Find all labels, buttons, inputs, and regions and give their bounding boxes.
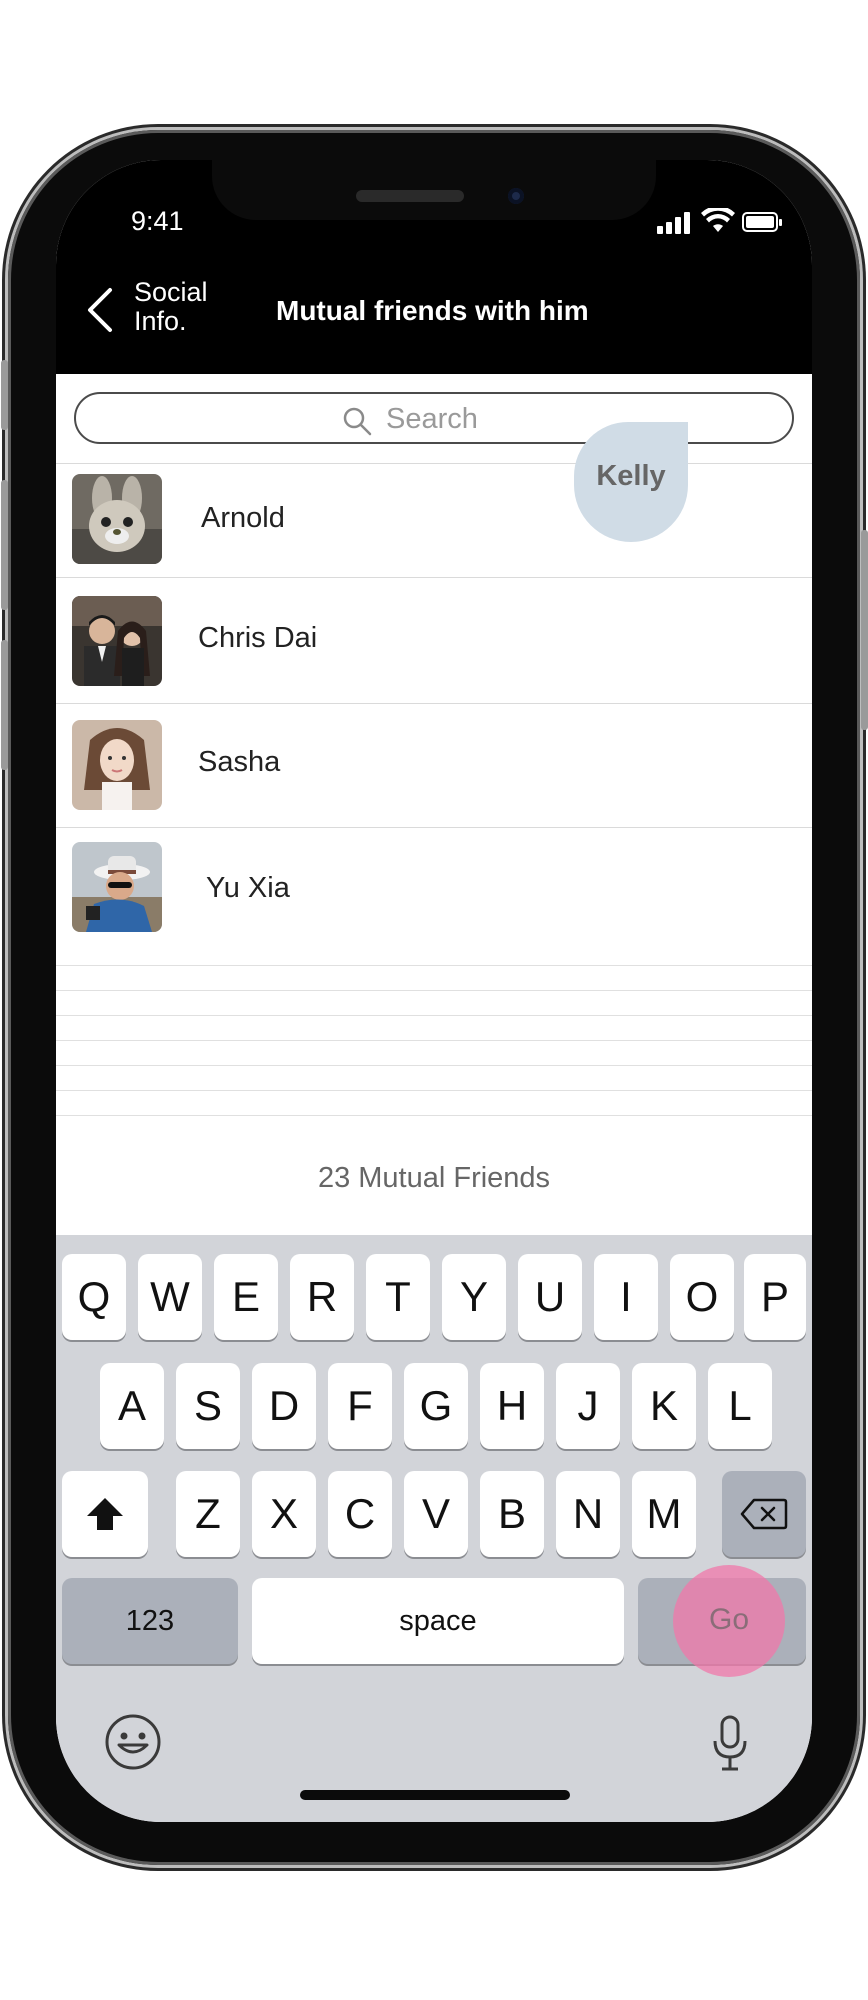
chevron-left-icon — [88, 288, 112, 332]
key-u[interactable]: U — [518, 1254, 582, 1340]
key-g[interactable]: G — [404, 1363, 468, 1449]
key-i[interactable]: I — [594, 1254, 658, 1340]
home-indicator[interactable] — [300, 1790, 570, 1800]
friend-name: Yu Xia — [206, 872, 290, 904]
wifi-icon — [701, 208, 735, 232]
bunny-plush-avatar — [72, 474, 162, 564]
search-input[interactable] — [384, 394, 748, 444]
friend-name: Sasha — [198, 746, 281, 778]
notch — [212, 160, 656, 220]
key-h[interactable]: H — [480, 1363, 544, 1449]
woman-portrait-avatar — [72, 720, 162, 810]
key-n[interactable]: N — [556, 1471, 620, 1557]
numbers-key[interactable]: 123 — [62, 1578, 238, 1664]
key-w[interactable]: W — [138, 1254, 202, 1340]
key-j[interactable]: J — [556, 1363, 620, 1449]
page-title: Mutual friends with him — [276, 295, 589, 326]
list-item[interactable]: Arnold — [56, 463, 812, 578]
navigation-header: 9:41 Social Info. Mutual friends with hi… — [56, 160, 812, 374]
key-l[interactable]: L — [708, 1363, 772, 1449]
key-e[interactable]: E — [214, 1254, 278, 1340]
key-d[interactable]: D — [252, 1363, 316, 1449]
man-white-hat-avatar — [72, 842, 162, 932]
go-key[interactable] — [638, 1578, 806, 1664]
power-button — [861, 530, 868, 730]
key-f[interactable]: F — [328, 1363, 392, 1449]
back-label: Social Info. — [134, 277, 208, 336]
key-o[interactable]: O — [670, 1254, 734, 1340]
status-time: 9:41 — [131, 206, 184, 236]
backspace-icon — [740, 1498, 788, 1530]
key-b[interactable]: B — [480, 1471, 544, 1557]
key-s[interactable]: S — [176, 1363, 240, 1449]
key-z[interactable]: Z — [176, 1471, 240, 1557]
microphone-icon[interactable] — [710, 1713, 750, 1773]
touch-indicator-bubble: Kelly — [574, 422, 688, 542]
signal-icon — [657, 212, 693, 234]
back-button[interactable]: Social Info. — [74, 276, 214, 356]
key-m[interactable]: M — [632, 1471, 696, 1557]
key-t[interactable]: T — [366, 1254, 430, 1340]
key-k[interactable]: K — [632, 1363, 696, 1449]
key-p[interactable]: P — [744, 1254, 806, 1340]
front-camera — [508, 188, 524, 204]
space-key[interactable]: space — [252, 1578, 624, 1664]
shift-key[interactable] — [62, 1471, 148, 1557]
device-mockup: 9:41 Social Info. Mutual friends with hi… — [0, 0, 868, 2000]
volume-up-button — [1, 480, 8, 610]
friend-name: Chris Dai — [198, 622, 318, 654]
key-x[interactable]: X — [252, 1471, 316, 1557]
shift-arrow-icon — [87, 1498, 123, 1530]
touch-indicator-label: Kelly — [596, 460, 666, 492]
key-c[interactable]: C — [328, 1471, 392, 1557]
mute-switch — [1, 360, 8, 430]
emoji-face-icon[interactable] — [104, 1713, 162, 1771]
search-icon — [343, 407, 372, 436]
delete-key[interactable] — [722, 1471, 806, 1557]
key-q[interactable]: Q — [62, 1254, 126, 1340]
couple-photo-avatar — [72, 596, 162, 686]
key-y[interactable]: Y — [442, 1254, 506, 1340]
key-v[interactable]: V — [404, 1471, 468, 1557]
list-item[interactable]: Yu Xia — [56, 827, 812, 954]
phone-screen: 9:41 Social Info. Mutual friends with hi… — [56, 160, 812, 1822]
friend-name: Arnold — [201, 502, 285, 534]
key-a[interactable]: A — [100, 1363, 164, 1449]
list-item[interactable]: Chris Dai — [56, 577, 812, 704]
volume-down-button — [1, 640, 8, 770]
empty-list-separators — [56, 965, 812, 1116]
mutual-friends-count: 23 Mutual Friends — [317, 1162, 551, 1194]
key-r[interactable]: R — [290, 1254, 354, 1340]
search-bar-area — [56, 374, 812, 470]
list-item[interactable]: Sasha — [56, 703, 812, 828]
battery-icon — [742, 212, 782, 232]
speaker-grille — [356, 190, 464, 202]
